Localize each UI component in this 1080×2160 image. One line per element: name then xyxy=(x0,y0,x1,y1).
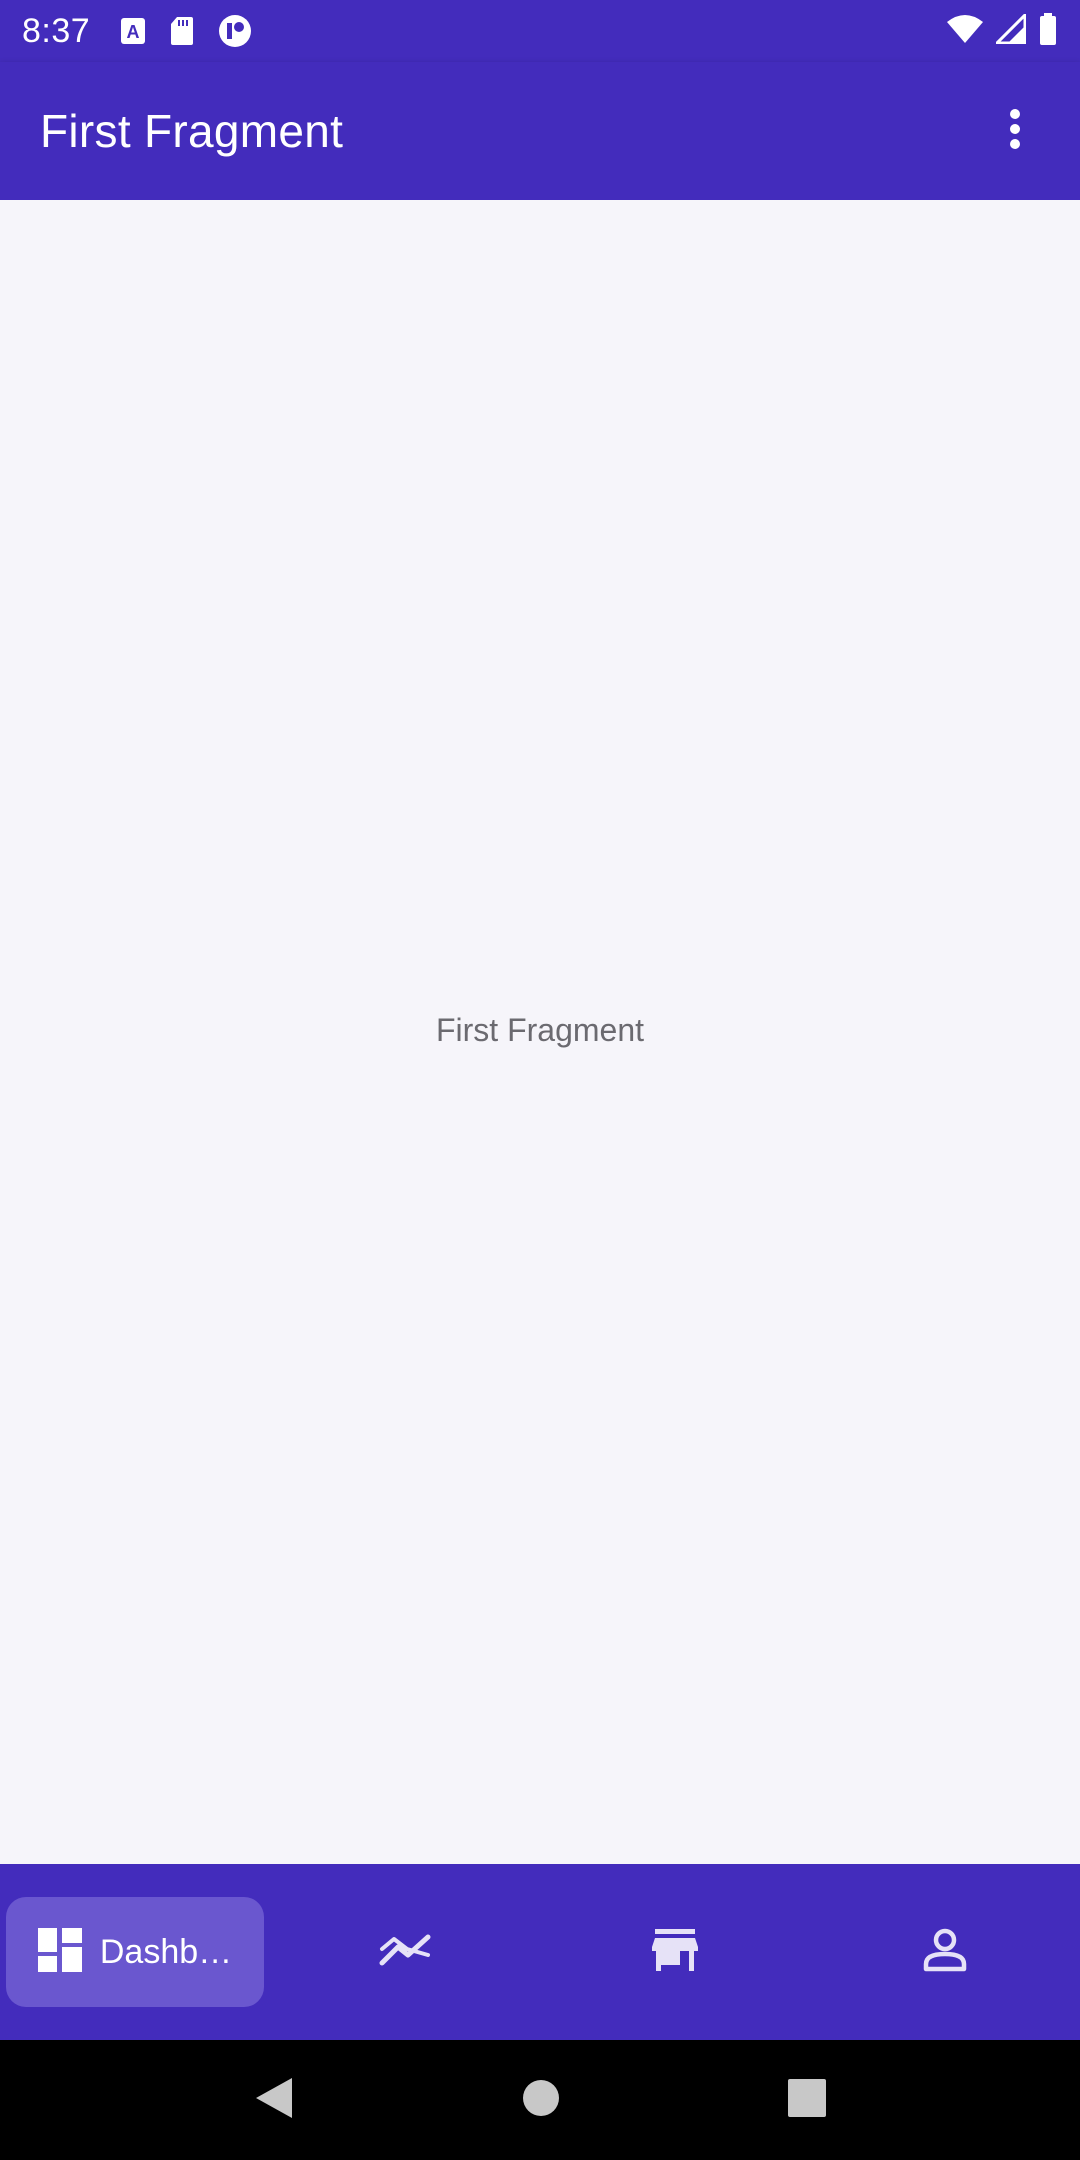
bottom-navigation: Dashb… xyxy=(0,1864,1080,2040)
app-notification-icon xyxy=(218,14,252,48)
nav-item-dashboard[interactable]: Dashb… xyxy=(0,1864,270,2040)
battery-icon xyxy=(1038,12,1058,51)
more-options-button[interactable] xyxy=(990,101,1040,161)
accessibility-a-icon: A xyxy=(120,17,146,45)
status-notification-icons: A xyxy=(120,14,252,48)
sd-card-icon xyxy=(170,16,194,46)
nav-item-store[interactable] xyxy=(540,1864,810,2040)
nav-item-profile[interactable] xyxy=(810,1864,1080,2040)
status-bar: 8:37 A xyxy=(0,0,1080,62)
wifi-icon xyxy=(946,14,984,49)
cell-signal-icon xyxy=(993,10,1027,49)
store-icon xyxy=(652,1928,698,1976)
trending-icon xyxy=(379,1933,431,1972)
status-time: 8:37 xyxy=(22,11,91,50)
svg-text:A: A xyxy=(127,22,140,42)
more-vert-icon xyxy=(1008,108,1022,155)
nav-item-trending[interactable] xyxy=(270,1864,540,2040)
app-bar-title: First Fragment xyxy=(40,105,344,157)
nav-item-dashboard-label: Dashb… xyxy=(99,1932,233,1971)
status-system-icons xyxy=(946,10,1058,51)
dashboard-icon xyxy=(37,1927,82,1977)
person-icon xyxy=(923,1928,967,1977)
nav-item-dashboard-selected-indicator: Dashb… xyxy=(6,1897,264,2007)
home-button[interactable] xyxy=(522,2079,560,2122)
app-bar: First Fragment xyxy=(0,62,1080,200)
system-navigation-bar xyxy=(0,2040,1080,2160)
fragment-content: First Fragment xyxy=(0,200,1080,1864)
fragment-label: First Fragment xyxy=(435,1012,645,1048)
recents-button[interactable] xyxy=(788,2078,826,2122)
back-button[interactable] xyxy=(254,2076,294,2125)
